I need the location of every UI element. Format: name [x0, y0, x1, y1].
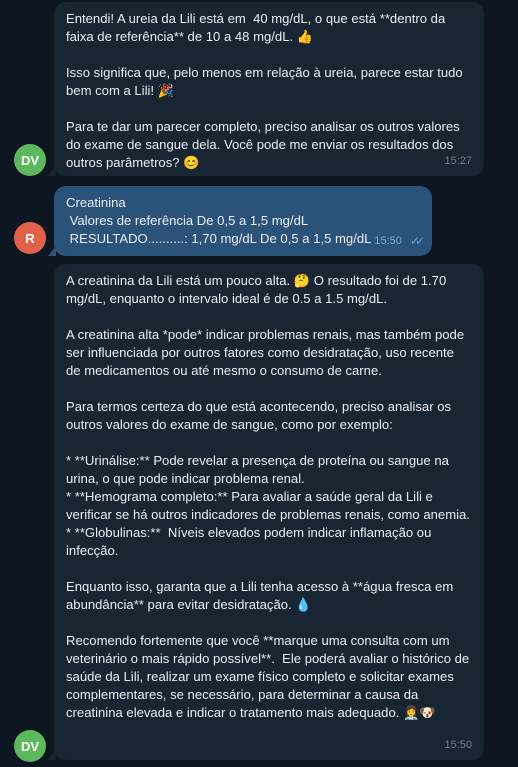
message-paragraph: Entendi! A ureia da Lili está em 40 mg/d…	[66, 11, 449, 44]
message-time: 15:50	[374, 235, 402, 247]
avatar-bot[interactable]: DV	[14, 144, 46, 176]
message-paragraph: Enquanto isso, garanta que a Lili tenha …	[66, 579, 457, 612]
chat-history: Entendi! A ureia da Lili está em 40 mg/d…	[0, 0, 518, 767]
avatar-initials: DV	[20, 738, 40, 754]
avatar-bot[interactable]: DV	[14, 730, 46, 762]
message-paragraph: Para termos certeza do que está acontece…	[66, 399, 455, 432]
message-bubble-bot[interactable]: Entendi! A ureia da Lili está em 40 mg/d…	[48, 2, 484, 176]
avatar-initials: R	[25, 230, 35, 246]
message-bubble-user[interactable]: Creatinina Valores de referência De 0,5 …	[48, 186, 432, 256]
message-paragraph: Isso significa que, pelo menos em relaçã…	[66, 65, 467, 98]
message-line: Valores de referência De 0,5 a 1,5 mg/dL	[66, 213, 309, 228]
message-list: * **Urinálise:** Pode revelar a presença…	[66, 453, 470, 558]
message-bubble-bot[interactable]: A creatinina da Lili está um pouco alta.…	[48, 264, 484, 760]
message-line: Creatinina	[66, 195, 126, 210]
message-meta: 15:50 ✓✓	[374, 232, 425, 250]
message-time: 15:50	[444, 739, 472, 751]
message-line: RESULTADO..........: 1,70 mg/dL De 0,5 a…	[66, 231, 372, 246]
message-paragraph: A creatinina da Lili está um pouco alta.…	[66, 273, 450, 306]
message-meta: 15:50	[444, 736, 472, 754]
message-meta: 15:27	[444, 152, 472, 170]
message-paragraph: Recomendo fortemente que você **marque u…	[66, 633, 473, 720]
message-time: 15:27	[444, 155, 472, 167]
avatar-initials: DV	[20, 152, 40, 168]
read-checkmarks-icon: ✓✓	[409, 234, 425, 248]
message-paragraph: Para te dar um parecer completo, preciso…	[66, 119, 464, 170]
avatar-user[interactable]: R	[14, 222, 46, 254]
message-paragraph: A creatinina alta *pode* indicar problem…	[66, 327, 468, 378]
